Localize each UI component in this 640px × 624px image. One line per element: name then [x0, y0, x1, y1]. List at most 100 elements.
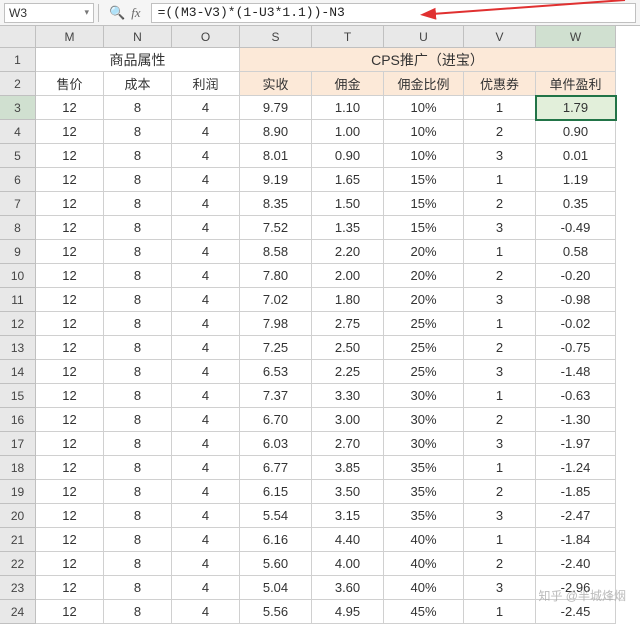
cell-S[interactable]: 6.03	[240, 432, 312, 456]
subheader-V[interactable]: 优惠券	[464, 72, 536, 96]
cell-U[interactable]: 30%	[384, 384, 464, 408]
cell-M[interactable]: 12	[36, 336, 104, 360]
cell-T[interactable]: 1.00	[312, 120, 384, 144]
cell-O[interactable]: 4	[172, 120, 240, 144]
cell-T[interactable]: 1.10	[312, 96, 384, 120]
cell-T[interactable]: 2.25	[312, 360, 384, 384]
col-header-W[interactable]: W	[536, 26, 616, 48]
cell-V[interactable]: 2	[464, 552, 536, 576]
cell-M[interactable]: 12	[36, 432, 104, 456]
cell-V[interactable]: 2	[464, 480, 536, 504]
cell-W[interactable]: -2.40	[536, 552, 616, 576]
row-header[interactable]: 18	[0, 456, 36, 480]
cell-W[interactable]: -0.49	[536, 216, 616, 240]
cell-V[interactable]: 1	[464, 456, 536, 480]
cell-V[interactable]: 2	[464, 120, 536, 144]
cell-V[interactable]: 1	[464, 240, 536, 264]
cell-U[interactable]: 25%	[384, 360, 464, 384]
row-header[interactable]: 12	[0, 312, 36, 336]
row-header[interactable]: 5	[0, 144, 36, 168]
cell-M[interactable]: 12	[36, 456, 104, 480]
fx-icon[interactable]: fx	[131, 5, 140, 21]
row-header[interactable]: 22	[0, 552, 36, 576]
cell-S[interactable]: 5.04	[240, 576, 312, 600]
cell-N[interactable]: 8	[104, 192, 172, 216]
cell-T[interactable]: 2.20	[312, 240, 384, 264]
row-header[interactable]: 6	[0, 168, 36, 192]
row-header[interactable]: 14	[0, 360, 36, 384]
cell-O[interactable]: 4	[172, 216, 240, 240]
cell-U[interactable]: 35%	[384, 456, 464, 480]
cell-O[interactable]: 4	[172, 312, 240, 336]
col-header-S[interactable]: S	[240, 26, 312, 48]
cell-O[interactable]: 4	[172, 144, 240, 168]
cell-S[interactable]: 8.35	[240, 192, 312, 216]
cell-M[interactable]: 12	[36, 360, 104, 384]
cell-O[interactable]: 4	[172, 480, 240, 504]
row-header[interactable]: 15	[0, 384, 36, 408]
cell-M[interactable]: 12	[36, 96, 104, 120]
cell-S[interactable]: 9.79	[240, 96, 312, 120]
cell-S[interactable]: 9.19	[240, 168, 312, 192]
cell-O[interactable]: 4	[172, 264, 240, 288]
cell-W[interactable]: -0.20	[536, 264, 616, 288]
row-header[interactable]: 13	[0, 336, 36, 360]
cell-T[interactable]: 3.30	[312, 384, 384, 408]
cell-T[interactable]: 1.50	[312, 192, 384, 216]
cell-O[interactable]: 4	[172, 360, 240, 384]
cell-W[interactable]: -1.30	[536, 408, 616, 432]
cell-V[interactable]: 3	[464, 360, 536, 384]
cell-N[interactable]: 8	[104, 216, 172, 240]
cell-O[interactable]: 4	[172, 408, 240, 432]
cell-V[interactable]: 3	[464, 288, 536, 312]
row-header[interactable]: 4	[0, 120, 36, 144]
cell-S[interactable]: 8.01	[240, 144, 312, 168]
cell-U[interactable]: 25%	[384, 336, 464, 360]
search-icon[interactable]: 🔍	[109, 5, 125, 21]
cell-N[interactable]: 8	[104, 576, 172, 600]
cell-N[interactable]: 8	[104, 528, 172, 552]
cell-S[interactable]: 8.58	[240, 240, 312, 264]
cell-U[interactable]: 20%	[384, 264, 464, 288]
cell-S[interactable]: 7.37	[240, 384, 312, 408]
cell-V[interactable]: 3	[464, 576, 536, 600]
col-header-U[interactable]: U	[384, 26, 464, 48]
cell-O[interactable]: 4	[172, 192, 240, 216]
cell-W[interactable]: 0.58	[536, 240, 616, 264]
cell-V[interactable]: 2	[464, 264, 536, 288]
cell-M[interactable]: 12	[36, 504, 104, 528]
cell-U[interactable]: 45%	[384, 600, 464, 624]
cell-M[interactable]: 12	[36, 576, 104, 600]
cell-W[interactable]: -1.84	[536, 528, 616, 552]
cell-U[interactable]: 10%	[384, 96, 464, 120]
cell-S[interactable]: 7.98	[240, 312, 312, 336]
row-header[interactable]: 7	[0, 192, 36, 216]
cell-V[interactable]: 3	[464, 432, 536, 456]
cell-U[interactable]: 30%	[384, 408, 464, 432]
cell-O[interactable]: 4	[172, 576, 240, 600]
col-header-N[interactable]: N	[104, 26, 172, 48]
formula-input[interactable]: =((M3-V3)*(1-U3*1.1))-N3	[151, 3, 636, 23]
row-header[interactable]: 24	[0, 600, 36, 624]
cell-U[interactable]: 15%	[384, 168, 464, 192]
cell-W[interactable]: 1.79	[536, 96, 616, 120]
cell-N[interactable]: 8	[104, 168, 172, 192]
cell-T[interactable]: 3.00	[312, 408, 384, 432]
row-header-1[interactable]: 1	[0, 48, 36, 72]
cell-W[interactable]: -1.85	[536, 480, 616, 504]
row-header[interactable]: 10	[0, 264, 36, 288]
row-header[interactable]: 23	[0, 576, 36, 600]
cell-M[interactable]: 12	[36, 264, 104, 288]
cell-S[interactable]: 6.16	[240, 528, 312, 552]
cell-V[interactable]: 2	[464, 408, 536, 432]
cell-W[interactable]: -2.45	[536, 600, 616, 624]
cell-W[interactable]: -0.98	[536, 288, 616, 312]
col-header-V[interactable]: V	[464, 26, 536, 48]
cell-N[interactable]: 8	[104, 144, 172, 168]
cell-N[interactable]: 8	[104, 240, 172, 264]
cell-S[interactable]: 7.80	[240, 264, 312, 288]
name-box-dropdown-icon[interactable]: ▾	[84, 7, 89, 18]
col-header-T[interactable]: T	[312, 26, 384, 48]
cell-S[interactable]: 7.25	[240, 336, 312, 360]
cell-V[interactable]: 1	[464, 96, 536, 120]
